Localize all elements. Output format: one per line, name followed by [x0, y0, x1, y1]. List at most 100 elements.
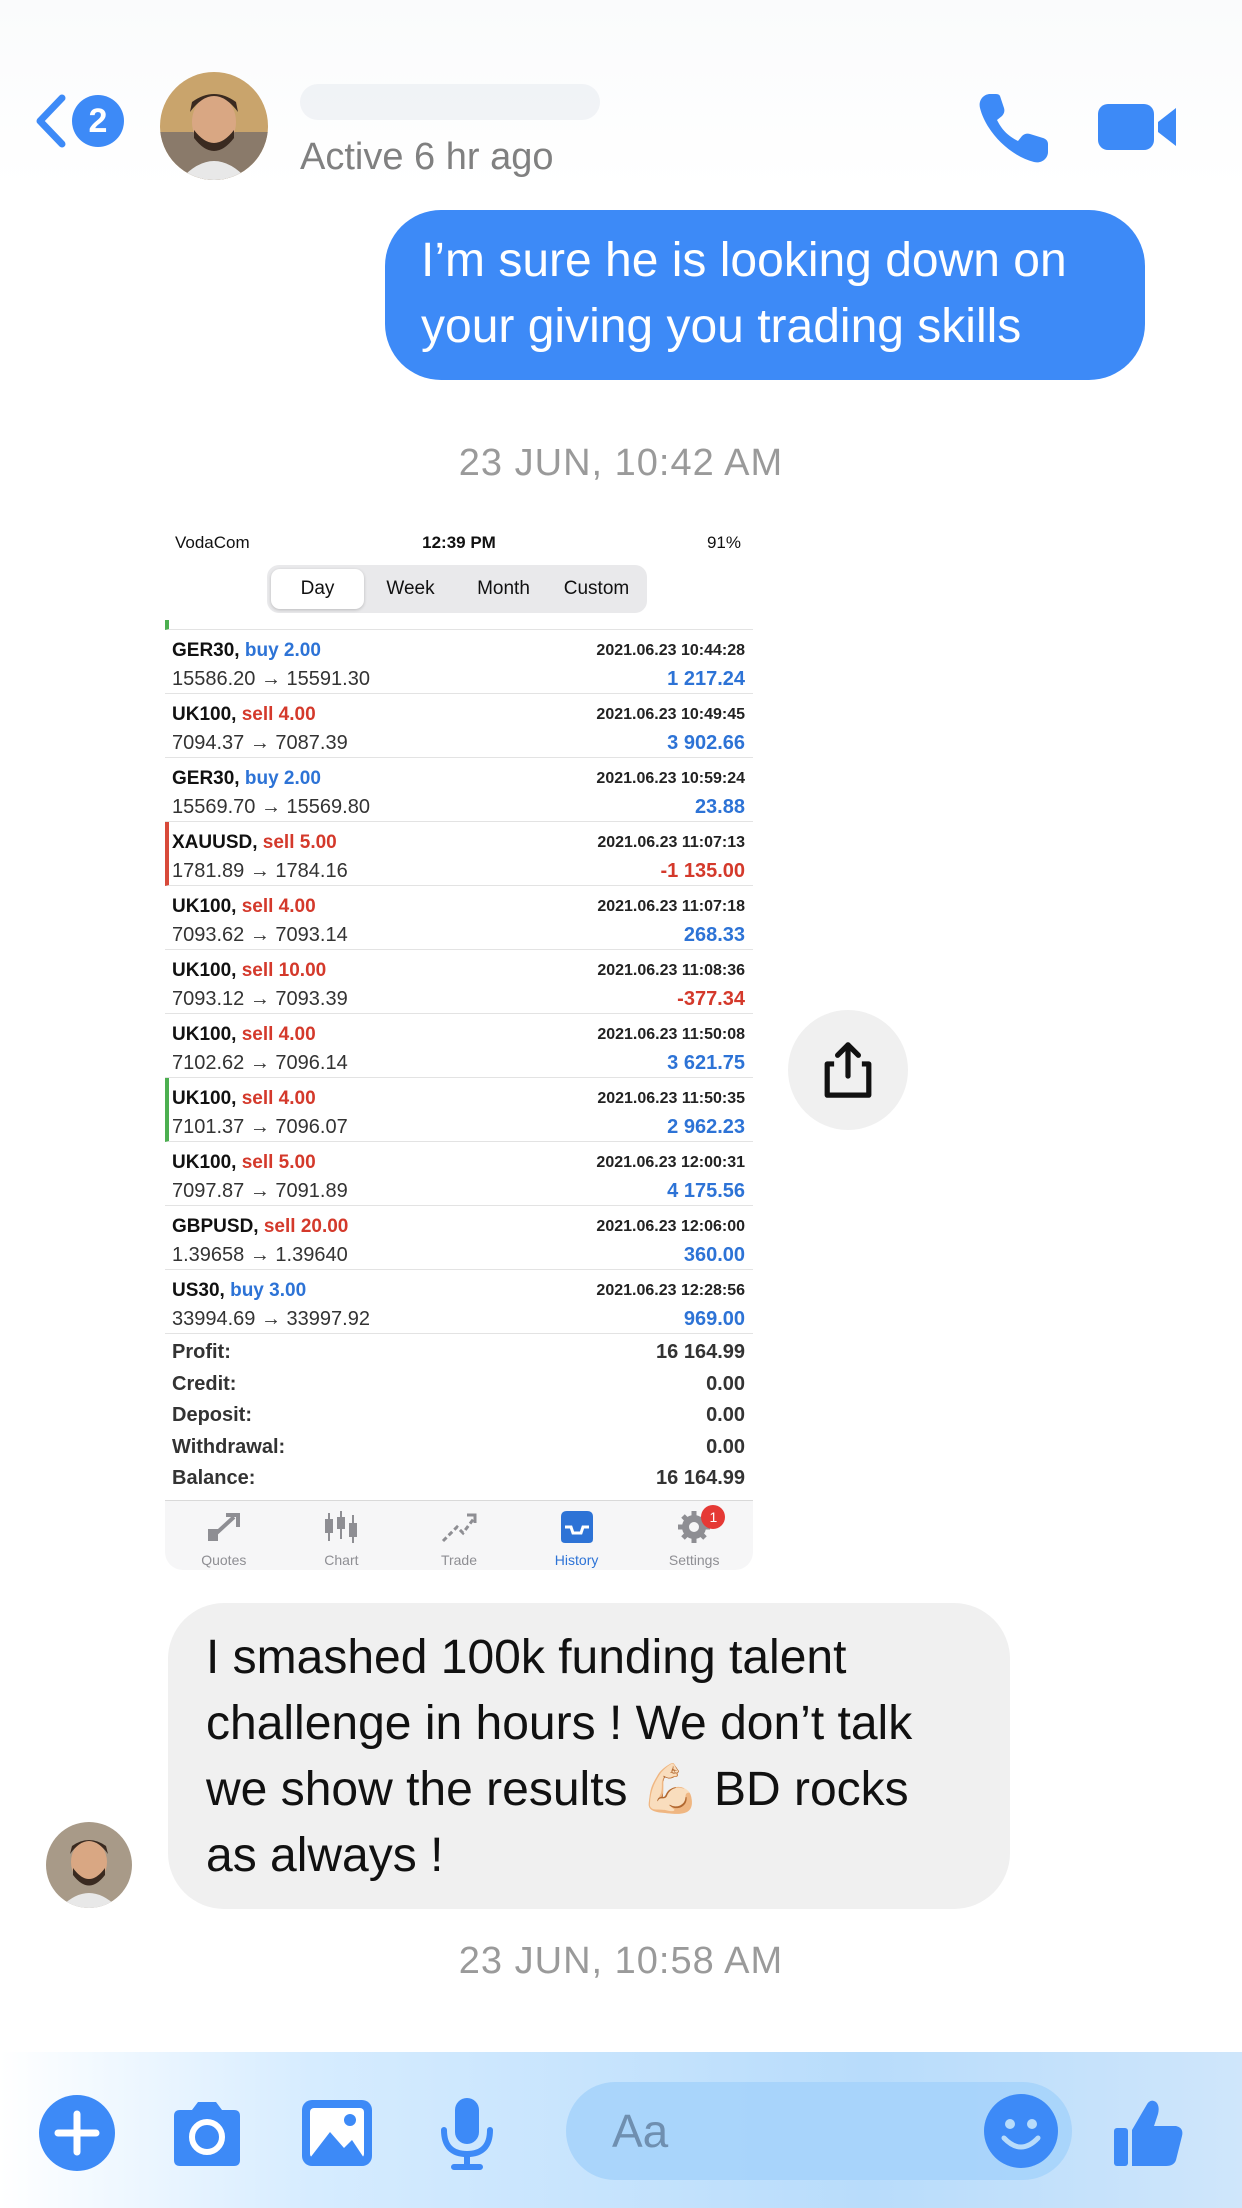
timestamp: 23 JUN, 10:42 AM [458, 442, 784, 484]
thumbs-up-icon[interactable] [1110, 2094, 1188, 2172]
outgoing-message-bubble[interactable]: I’m sure he is looking down on your givi… [385, 210, 1145, 380]
trade-datetime: 2021.06.23 11:50:08 [597, 1026, 745, 1043]
trade-direction: sell 5.00 [262, 832, 337, 853]
trade-direction: sell 4.00 [241, 896, 316, 917]
trade-symbol: GBPUSD, sell 20.00 [172, 1216, 349, 1237]
trade-prices: 7097.87 → 7091.89 [172, 1180, 348, 1202]
trade-row: GER30, buy 2.00 15586.20 → 15591.30 2021.0… [165, 630, 753, 694]
trade-datetime: 2021.06.23 10:59:24 [596, 770, 745, 787]
trade-profit-loss: 268.33 [683, 924, 745, 946]
trade-row: US30, buy 3.00 33994.69 → 33997.92 2021.06… [165, 1270, 753, 1334]
trade-datetime: 2021.06.23 12:00:31 [596, 1154, 745, 1171]
account-summary: Profit: 16 164.99 Credit: 0.00 Deposit: 0.00 W… [165, 1337, 753, 1495]
incoming-message-bubble[interactable]: I smashed 100k funding talent challenge … [168, 1603, 1010, 1909]
trade-history-list: GER30, buy 2.00 15586.20 → 15591.30 2021.0… [165, 620, 753, 1334]
back-button[interactable]: 2 [34, 94, 124, 148]
segment-day: Day [271, 569, 364, 609]
gallery-icon[interactable] [298, 2094, 376, 2172]
trade-datetime: 2021.06.23 11:07:18 [597, 898, 745, 915]
trade-direction: buy 3.00 [230, 1280, 307, 1301]
trade-direction: sell 4.00 [241, 1088, 316, 1109]
period-segmented-control: Day Week Month Custom [267, 565, 647, 613]
tab-label: Trade [440, 1552, 478, 1568]
candlestick-icon [321, 1501, 361, 1550]
tab-settings: Settings 1 [635, 1501, 753, 1570]
partial-trade-row [165, 620, 753, 630]
share-button[interactable] [788, 1010, 908, 1130]
trade-prices: 7094.37 → 7087.39 [172, 732, 348, 754]
contact-avatar[interactable] [160, 72, 268, 180]
trade-symbol: UK100, sell 5.00 [172, 1152, 316, 1173]
trade-prices: 1781.89 → 1784.16 [172, 860, 348, 882]
trade-row: GER30, buy 2.00 15569.70 → 15569.80 2021.0… [165, 758, 753, 822]
trade-datetime: 2021.06.23 11:08:36 [597, 962, 745, 979]
segment-week: Week [386, 578, 435, 599]
trade-symbol: XAUUSD, sell 5.00 [172, 832, 337, 853]
trade-datetime: 2021.06.23 12:06:00 [596, 1218, 745, 1235]
summary-row: Withdrawal: 0.00 [165, 1432, 753, 1464]
messenger-chat-screen: 2 Active 6 hr ago I’m sure he is looking… [0, 0, 1242, 2208]
trade-symbol: UK100, sell 4.00 [172, 1024, 316, 1045]
summary-value: 0.00 [706, 1372, 745, 1395]
trade-symbol: UK100, sell 4.00 [172, 1088, 316, 1109]
trade-profit-loss: 23.88 [694, 796, 745, 818]
shared-screenshot-image[interactable]: VodaCom 12:39 PM 91% Day Week Month Cust… [165, 525, 753, 1570]
summary-label: Withdrawal: [172, 1435, 286, 1458]
emoji-icon[interactable] [982, 2092, 1060, 2170]
trade-symbol: UK100, sell 4.00 [172, 896, 316, 917]
trade-symbol: US30, buy 3.00 [172, 1280, 307, 1301]
tab-trade: Trade [400, 1501, 518, 1570]
notification-badge: 1 [701, 1505, 726, 1529]
quotes-icon [204, 1501, 244, 1550]
trade-prices: 7093.12 → 7093.39 [172, 988, 348, 1010]
trade-profit-loss: -377.34 [677, 988, 745, 1010]
trade-profit-loss: -1 135.00 [660, 860, 745, 882]
trade-profit-loss: 360.00 [683, 1244, 745, 1266]
trade-direction: sell 4.00 [241, 1024, 316, 1045]
trade-symbol: GER30, buy 2.00 [172, 640, 321, 661]
chat-header: 2 Active 6 hr ago [0, 0, 1242, 190]
phone-call-icon[interactable] [972, 86, 1056, 170]
camera-icon[interactable] [168, 2094, 246, 2172]
trade-direction: sell 4.00 [241, 704, 316, 725]
tab-label: History [554, 1552, 599, 1568]
trade-row: UK100, sell 10.00 7093.12 → 7093.39 2021.0… [165, 950, 753, 1014]
trade-row: GBPUSD, sell 20.00 1.39658 → 1.39640 2021.… [165, 1206, 753, 1270]
trade-prices: 33994.69 → 33997.92 [172, 1308, 370, 1330]
trade-prices: 7102.62 → 7096.14 [172, 1052, 348, 1074]
contact-name-redacted [300, 84, 600, 120]
trade-direction: sell 20.00 [263, 1216, 349, 1237]
summary-value: 0.00 [706, 1435, 745, 1458]
person-avatar-icon [160, 72, 268, 180]
trade-direction: buy 2.00 [244, 768, 321, 789]
trade-profit-loss: 969.00 [683, 1308, 745, 1330]
chevron-left-icon [36, 94, 66, 148]
summary-value: 16 164.99 [656, 1341, 745, 1363]
tab-label: Settings [668, 1552, 720, 1568]
video-call-icon[interactable] [1096, 92, 1180, 162]
summary-value: 16 164.99 [656, 1467, 745, 1489]
tab-history: History [518, 1501, 636, 1570]
trade-row: UK100, sell 4.00 7102.62 → 7096.14 2021.06… [165, 1014, 753, 1078]
trade-datetime: 2021.06.23 10:44:28 [596, 642, 745, 659]
plus-icon[interactable] [38, 2094, 116, 2172]
status-time: 12:39 PM [422, 533, 496, 552]
trade-datetime: 2021.06.23 12:28:56 [596, 1282, 745, 1299]
sender-avatar[interactable] [46, 1822, 132, 1908]
trade-datetime: 2021.06.23 11:07:13 [597, 834, 745, 851]
trade-row: UK100, sell 4.00 7101.37 → 7096.07 2021.06… [165, 1078, 753, 1142]
trade-datetime: 2021.06.23 10:49:45 [596, 706, 745, 723]
segment-month: Month [477, 578, 530, 599]
summary-row: Credit: 0.00 [165, 1369, 753, 1401]
summary-value: 0.00 [706, 1404, 745, 1426]
trade-profit-loss: 4 175.56 [667, 1180, 745, 1202]
active-status: Active 6 hr ago [300, 136, 554, 178]
microphone-icon[interactable] [428, 2094, 506, 2172]
summary-label: Credit: [172, 1372, 237, 1395]
trade-prices: 15569.70 → 15569.80 [172, 796, 370, 818]
trade-prices: 1.39658 → 1.39640 [172, 1244, 348, 1266]
trade-icon [439, 1501, 479, 1550]
trade-profit-loss: 3 621.75 [667, 1052, 745, 1074]
trade-profit-loss: 3 902.66 [667, 732, 745, 754]
trade-prices: 7101.37 → 7096.07 [172, 1116, 348, 1138]
